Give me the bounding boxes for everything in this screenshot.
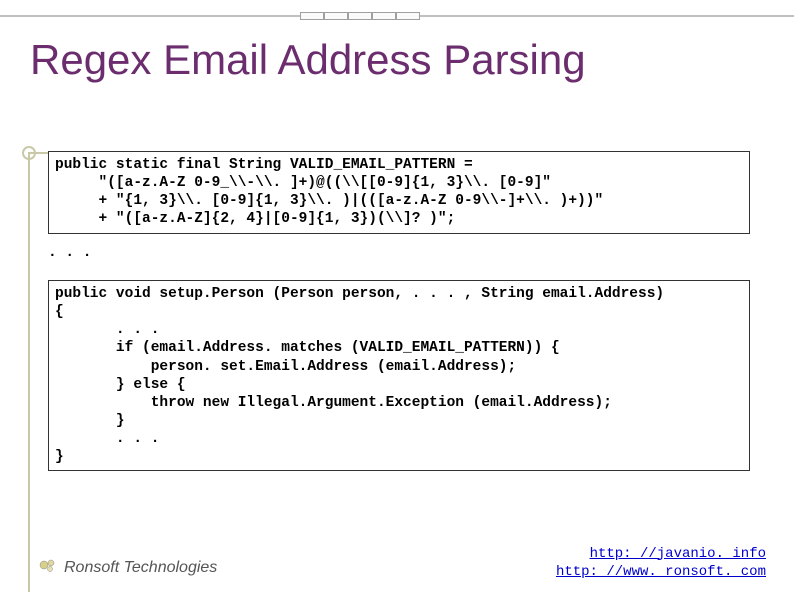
divider-box bbox=[396, 12, 420, 20]
divider-box bbox=[300, 12, 324, 20]
divider-boxes bbox=[300, 12, 420, 20]
footer-link-1[interactable]: http: //javanio. info bbox=[590, 546, 766, 562]
footer-links: http: //javanio. info http: //www. ronso… bbox=[556, 545, 766, 581]
top-divider bbox=[0, 12, 794, 20]
divider-box bbox=[348, 12, 372, 20]
footer-link-2[interactable]: http: //www. ronsoft. com bbox=[556, 564, 766, 580]
ellipsis: . . . bbox=[48, 245, 92, 261]
logo-icon bbox=[38, 555, 58, 575]
slide-title: Regex Email Address Parsing bbox=[30, 36, 586, 84]
divider-line-left bbox=[0, 15, 300, 17]
bullet-stem-v bbox=[28, 152, 30, 592]
footer-company: Ronsoft Technologies bbox=[64, 559, 217, 577]
divider-box bbox=[324, 12, 348, 20]
divider-line-right bbox=[420, 15, 794, 17]
code-block-regex: public static final String VALID_EMAIL_P… bbox=[48, 151, 750, 234]
divider-box bbox=[372, 12, 396, 20]
code-block-setup: public void setup.Person (Person person,… bbox=[48, 280, 750, 471]
